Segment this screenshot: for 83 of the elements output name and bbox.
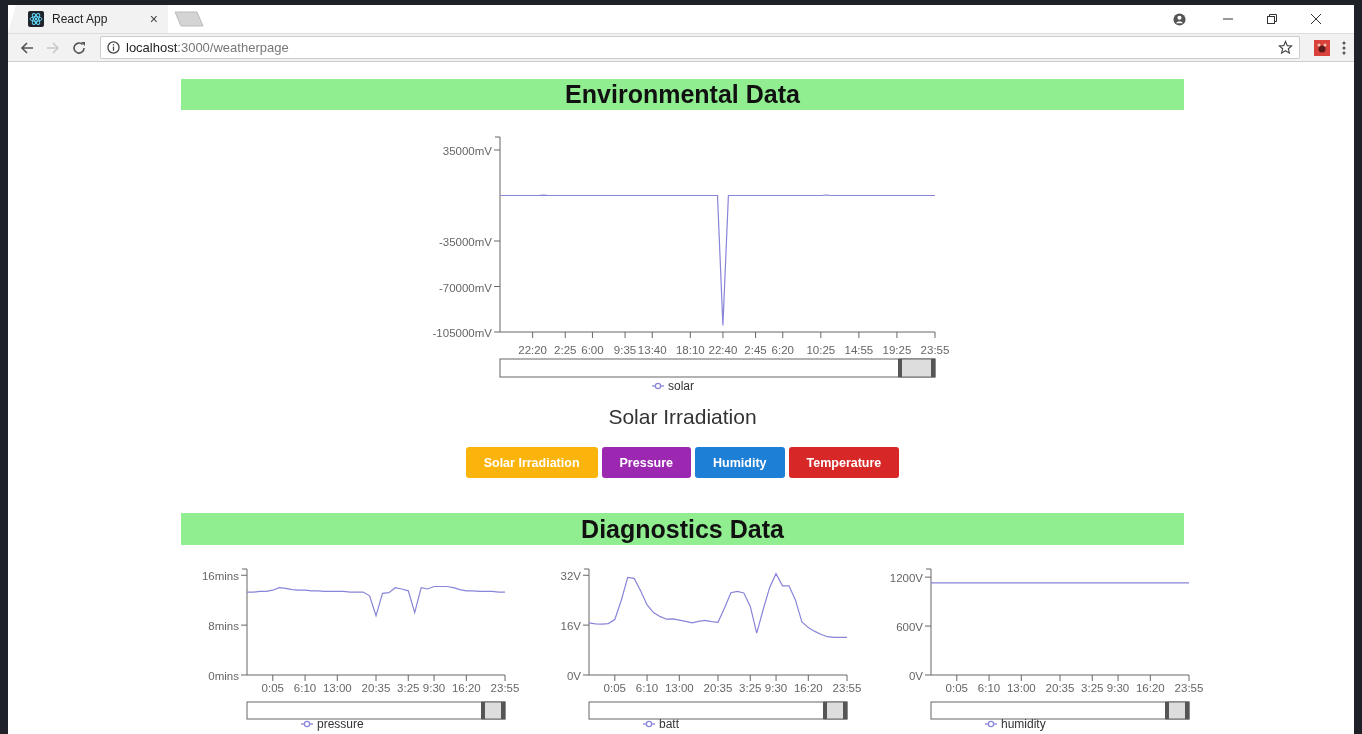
url-text: localhost:3000/weatherpage [126,40,289,55]
range-brush[interactable] [246,701,506,720]
axis-tick-label: 9:30 [1106,682,1130,694]
axis-tick-label: 14:55 [844,344,874,356]
axis-tick-label: 8mins [208,620,239,633]
axis-tick-label: 20:35 [1045,682,1075,694]
axis-tick-label: 9:30 [764,682,788,694]
axis-tick-label: 23:55 [832,682,862,694]
axis-tick-label: 20:35 [703,682,733,694]
axis-tick-label: 0:05 [261,682,284,694]
chart-select-button[interactable]: Pressure [601,447,692,478]
axis-tick-label: 6:00 [581,344,604,356]
axis-tick-label: 16:20 [451,682,481,694]
tab-close-button[interactable]: × [149,11,158,27]
axis-tick-label: 32V [560,570,581,583]
range-brush[interactable] [499,358,936,378]
axis-tick-label: -105000mV [432,327,492,339]
axis-tick-label: 22:40 [708,344,738,356]
axis-tick-label: 6:10 [977,682,1001,694]
legend-icon [642,720,656,728]
axis-tick-label: 23:55 [920,344,950,356]
axis-tick-label: 19:25 [882,344,912,356]
axis-tick-label: 13:00 [1006,682,1036,694]
browser-tab[interactable]: React App × [8,5,168,33]
range-brush[interactable] [588,701,848,720]
axis-tick-label: 3:25 [397,682,420,694]
axis-tick-label: 9:30 [422,682,446,694]
restore-icon[interactable] [1266,13,1278,25]
axis-tick-label: 2:45 [744,344,767,356]
axis-tick-label: 10:25 [806,344,836,356]
atom-icon [28,11,44,27]
legend-label: batt [659,717,679,731]
axis-tick-label: 16V [560,620,581,633]
axis-tick-label: 0:05 [945,682,968,694]
chart-title: Solar Irradiation [607,404,758,430]
reload-icon[interactable] [72,40,86,55]
tab-title: React App [52,12,109,26]
axis-tick-label: 3:25 [739,682,762,694]
axis-tick-label: 13:00 [322,682,352,694]
axis-tick-label: 13:40 [637,344,667,356]
chart-select-button[interactable]: Temperature [788,447,900,478]
axis-tick-label: 1200V [889,572,923,585]
axis-tick-label: 0:05 [603,682,626,694]
axis-tick-label: 16:20 [793,682,823,694]
section-heading: Environmental Data [181,79,1184,110]
axis-tick-label: 0V [566,670,581,682]
axis-tick-label: 600V [896,621,923,634]
axis-tick-label: 13:00 [664,682,694,694]
extension-icon[interactable] [1314,39,1330,56]
axis-tick-label: 22:20 [518,344,547,356]
close-icon[interactable] [1310,13,1322,25]
axis-tick-label: 16mins [201,570,239,583]
axis-tick-label: 6:10 [293,682,317,694]
back-icon[interactable] [20,40,34,55]
axis-tick-label: 20:35 [361,682,391,694]
chart-select-button[interactable]: Humidity [695,447,785,478]
legend-icon [300,720,314,728]
axis-tick-label: 2:25 [554,344,577,356]
axis-tick-label: -70000mV [438,281,492,294]
axis-tick-label: 0V [908,670,923,682]
axis-tick-label: 9:35 [613,344,637,356]
legend-icon [651,382,665,390]
axis-tick-label: 35000mV [442,145,492,157]
info-icon [107,41,120,54]
menu-icon[interactable] [1342,40,1346,55]
axis-tick-label: 23:55 [1174,682,1204,694]
legend-label: humidity [1001,717,1046,731]
legend-label: pressure [317,717,364,731]
axis-tick-label: 6:10 [635,682,659,694]
profile-icon[interactable] [1173,12,1186,26]
range-brush[interactable] [930,701,1190,720]
axis-tick-label: 23:55 [490,682,520,694]
address-bar[interactable]: localhost:3000/weatherpage [100,36,1300,59]
legend-label: solar [668,379,694,393]
star-icon[interactable] [1278,40,1293,55]
section-heading: Diagnostics Data [181,513,1184,545]
axis-tick-label: 0mins [208,670,239,682]
axis-tick-label: 3:25 [1081,682,1104,694]
axis-tick-label: 16:20 [1135,682,1165,694]
axis-tick-label: 6:20 [771,344,794,356]
axis-tick-label: 18:10 [675,344,705,356]
axis-tick-label: -35000mV [438,236,492,248]
legend-icon [984,720,998,728]
